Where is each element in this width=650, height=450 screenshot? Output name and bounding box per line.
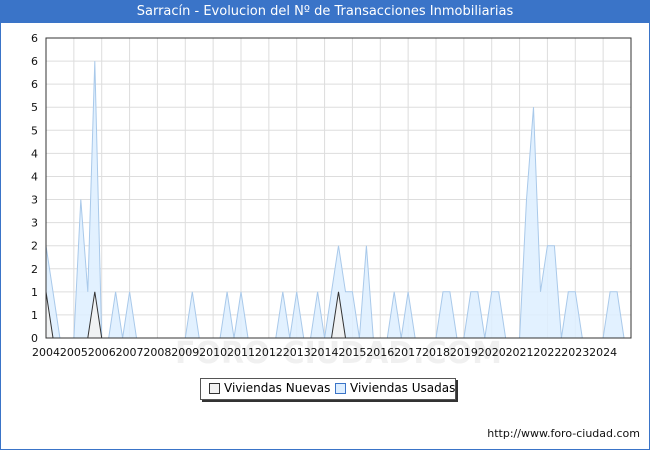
x-tick-label: 2020	[478, 346, 506, 359]
y-tick-label: 0	[31, 332, 38, 345]
legend-label-nuevas: Viviendas Nuevas	[224, 381, 331, 395]
x-tick-label: 2024	[589, 346, 617, 359]
y-tick-label: 4	[31, 147, 38, 160]
y-tick-label: 6	[31, 55, 38, 68]
y-tick-label: 3	[31, 194, 38, 207]
legend-swatch-usadas	[335, 383, 346, 394]
x-tick-label: 2014	[311, 346, 339, 359]
x-tick-label: 2022	[533, 346, 561, 359]
y-tick-label: 1	[31, 309, 38, 322]
x-tick-label: 2008	[143, 346, 171, 359]
y-tick-label: 5	[31, 101, 38, 114]
y-tick-label: 6	[31, 78, 38, 91]
x-tick-label: 2018	[422, 346, 450, 359]
x-tick-label: 2016	[366, 346, 394, 359]
y-tick-label: 5	[31, 124, 38, 137]
y-tick-label: 4	[31, 170, 38, 183]
chart-frame: Sarracín - Evolucion del Nº de Transacci…	[0, 0, 650, 450]
x-tick-label: 2004	[32, 346, 60, 359]
x-tick-label: 2009	[171, 346, 199, 359]
y-tick-label: 1	[31, 286, 38, 299]
x-tick-label: 2011	[227, 346, 255, 359]
legend: Viviendas Nuevas Viviendas Usadas	[200, 378, 456, 400]
x-tick-label: 2005	[60, 346, 88, 359]
x-tick-label: 2017	[394, 346, 422, 359]
y-tick-label: 2	[31, 263, 38, 276]
legend-swatch-nuevas	[209, 383, 220, 394]
x-tick-label: 2015	[338, 346, 366, 359]
footer-url[interactable]: http://www.foro-ciudad.com	[487, 427, 640, 440]
y-tick-label: 2	[31, 240, 38, 253]
x-tick-label: 2021	[506, 346, 534, 359]
x-tick-label: 2023	[561, 346, 589, 359]
y-tick-label: 3	[31, 217, 38, 230]
x-tick-label: 2012	[255, 346, 283, 359]
legend-label-usadas: Viviendas Usadas	[350, 381, 456, 395]
x-tick-label: 2010	[199, 346, 227, 359]
x-tick-label: 2007	[116, 346, 144, 359]
x-tick-label: 2019	[450, 346, 478, 359]
y-tick-label: 6	[31, 32, 38, 45]
x-tick-label: 2013	[283, 346, 311, 359]
x-tick-label: 2006	[88, 346, 116, 359]
